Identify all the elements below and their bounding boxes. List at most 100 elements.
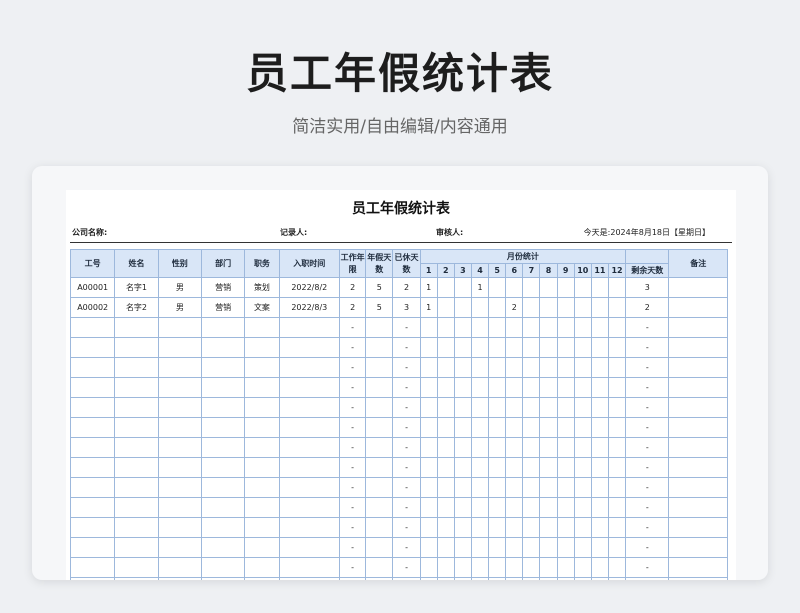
cell-position[interactable]: [244, 577, 280, 580]
cell-hire-date[interactable]: [278, 417, 341, 438]
cell-gender[interactable]: [157, 517, 202, 538]
cell-dept[interactable]: [200, 417, 246, 438]
cell-month-1[interactable]: [419, 557, 438, 578]
cell-position[interactable]: [244, 417, 280, 438]
cell-leave-days[interactable]: [365, 457, 394, 478]
cell-remaining[interactable]: -: [625, 497, 670, 518]
cell-work-years[interactable]: -: [339, 397, 367, 418]
cell-note[interactable]: [668, 317, 728, 338]
cell-gender[interactable]: [157, 537, 202, 558]
cell-name[interactable]: [114, 497, 159, 518]
cell-hire-date[interactable]: [278, 537, 341, 558]
cell-id[interactable]: [69, 497, 116, 518]
cell-month-3[interactable]: [453, 557, 472, 578]
cell-leave-days[interactable]: 5: [365, 277, 394, 298]
cell-month-6[interactable]: [505, 537, 524, 558]
cell-month-8[interactable]: [539, 277, 558, 298]
cell-month-4[interactable]: [470, 497, 490, 518]
cell-gender[interactable]: [157, 497, 202, 518]
cell-remaining[interactable]: -: [625, 477, 670, 498]
cell-month-6[interactable]: [505, 277, 524, 298]
cell-gender[interactable]: 男: [157, 297, 202, 318]
cell-month-2[interactable]: [436, 417, 455, 438]
cell-work-years[interactable]: 2: [339, 277, 367, 298]
cell-hire-date[interactable]: [278, 377, 341, 398]
cell-month-7[interactable]: [522, 297, 541, 318]
cell-hire-date[interactable]: [278, 317, 341, 338]
cell-month-10[interactable]: [573, 277, 592, 298]
cell-month-5[interactable]: [488, 517, 507, 538]
cell-month-3[interactable]: [453, 377, 472, 398]
cell-note[interactable]: [668, 537, 728, 558]
cell-month-8[interactable]: [539, 437, 558, 458]
cell-used-days[interactable]: -: [392, 337, 421, 358]
cell-month-8[interactable]: [539, 297, 558, 318]
cell-month-1[interactable]: [419, 397, 438, 418]
cell-month-3[interactable]: [453, 437, 472, 458]
cell-month-4[interactable]: [470, 457, 490, 478]
cell-month-7[interactable]: [522, 357, 541, 378]
cell-month-12[interactable]: [607, 337, 627, 358]
cell-dept[interactable]: [200, 337, 246, 358]
cell-month-2[interactable]: [436, 477, 455, 498]
cell-month-4[interactable]: [470, 297, 490, 318]
cell-id[interactable]: [69, 317, 116, 338]
cell-month-2[interactable]: [436, 317, 455, 338]
cell-hire-date[interactable]: [278, 497, 341, 518]
cell-month-4[interactable]: [470, 557, 490, 578]
cell-month-3[interactable]: [453, 337, 472, 358]
cell-leave-days[interactable]: [365, 337, 394, 358]
cell-work-years[interactable]: -: [339, 537, 367, 558]
cell-month-7[interactable]: [522, 537, 541, 558]
cell-dept[interactable]: [200, 317, 246, 338]
cell-month-8[interactable]: [539, 377, 558, 398]
cell-month-4[interactable]: [470, 317, 490, 338]
cell-hire-date[interactable]: 2022/8/2: [278, 277, 341, 298]
cell-used-days[interactable]: 2: [392, 277, 421, 298]
cell-month-12[interactable]: [607, 437, 627, 458]
cell-remaining[interactable]: -: [625, 357, 670, 378]
cell-month-10[interactable]: [573, 477, 592, 498]
cell-used-days[interactable]: -: [392, 397, 421, 418]
cell-month-12[interactable]: [607, 397, 627, 418]
cell-month-3[interactable]: [453, 477, 472, 498]
cell-used-days[interactable]: -: [392, 417, 421, 438]
cell-gender[interactable]: [157, 417, 202, 438]
cell-month-5[interactable]: [488, 457, 507, 478]
cell-month-11[interactable]: [590, 537, 609, 558]
cell-work-years[interactable]: -: [339, 457, 367, 478]
cell-month-5[interactable]: [488, 537, 507, 558]
cell-work-years[interactable]: -: [339, 357, 367, 378]
cell-month-1[interactable]: 1: [419, 277, 438, 298]
cell-month-8[interactable]: [539, 517, 558, 538]
cell-note[interactable]: [668, 457, 728, 478]
cell-month-11[interactable]: [590, 577, 609, 580]
cell-hire-date[interactable]: [278, 477, 341, 498]
cell-leave-days[interactable]: [365, 497, 394, 518]
cell-name[interactable]: [114, 357, 159, 378]
cell-month-7[interactable]: [522, 477, 541, 498]
cell-used-days[interactable]: -: [392, 457, 421, 478]
cell-month-12[interactable]: [607, 277, 627, 298]
cell-month-9[interactable]: [556, 517, 575, 538]
cell-month-7[interactable]: [522, 457, 541, 478]
cell-month-5[interactable]: [488, 437, 507, 458]
cell-month-7[interactable]: [522, 417, 541, 438]
cell-month-8[interactable]: [539, 477, 558, 498]
cell-month-4[interactable]: [470, 417, 490, 438]
cell-gender[interactable]: 男: [157, 277, 202, 298]
cell-gender[interactable]: [157, 577, 202, 580]
cell-month-9[interactable]: [556, 297, 575, 318]
cell-month-4[interactable]: [470, 477, 490, 498]
cell-month-12[interactable]: [607, 317, 627, 338]
cell-id[interactable]: [69, 417, 116, 438]
cell-gender[interactable]: [157, 357, 202, 378]
cell-work-years[interactable]: -: [339, 377, 367, 398]
cell-month-4[interactable]: [470, 437, 490, 458]
cell-remaining[interactable]: -: [625, 557, 670, 578]
cell-id[interactable]: [69, 537, 116, 558]
cell-id[interactable]: [69, 577, 116, 580]
cell-month-2[interactable]: [436, 277, 455, 298]
cell-work-years[interactable]: -: [339, 577, 367, 580]
cell-note[interactable]: [668, 477, 728, 498]
